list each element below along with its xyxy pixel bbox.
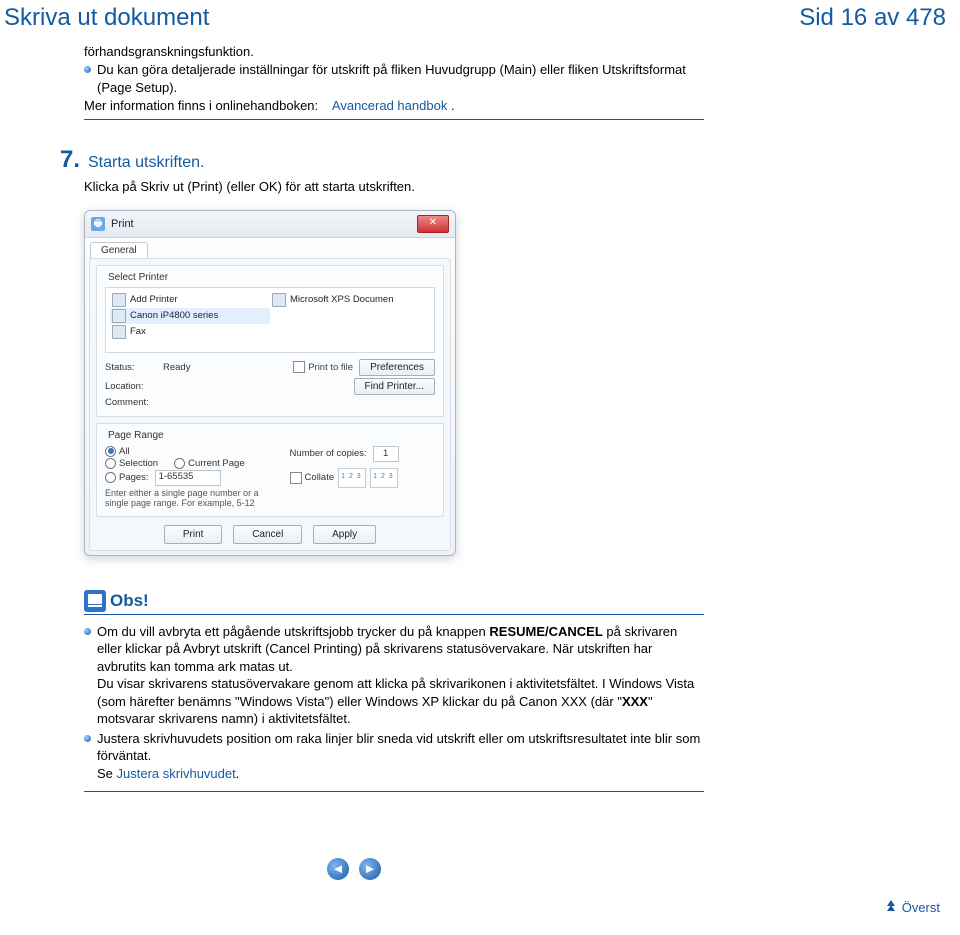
adjust-printhead-link[interactable]: Justera skrivhuvudet — [117, 766, 236, 781]
obs-bullet-2: Justera skrivhuvudets position om raka l… — [97, 730, 704, 783]
obs-bullet-1: Om du vill avbryta ett pågående utskrift… — [97, 623, 704, 728]
radio-pages-label: Pages: — [119, 472, 149, 483]
more-info-prefix: Mer information finns i onlinehandboken: — [84, 98, 318, 113]
preferences-button[interactable]: Preferences — [359, 359, 435, 376]
book-icon — [84, 590, 106, 612]
printer-add[interactable]: Add Printer — [110, 292, 270, 308]
status-label: Status: — [105, 362, 163, 373]
printer-fax[interactable]: Fax — [110, 324, 274, 340]
collate-illustration-2 — [370, 468, 398, 488]
printer-xps[interactable]: Microsoft XPS Documen — [270, 292, 430, 308]
printer-list[interactable]: Add Printer Microsoft XPS Documen Canon … — [105, 287, 435, 353]
location-label: Location: — [105, 381, 163, 392]
print-to-file-checkbox[interactable] — [293, 361, 305, 373]
radio-current-page[interactable] — [174, 458, 185, 469]
collate-checkbox[interactable] — [290, 472, 302, 484]
find-printer-button[interactable]: Find Printer... — [354, 378, 435, 395]
step-7-title: Starta utskriften. — [88, 154, 205, 172]
advanced-handbook-link[interactable]: Avancerad handbok — [332, 98, 447, 113]
comment-label: Comment: — [105, 397, 163, 408]
print-dialog-title: Print — [111, 218, 417, 230]
bullet-icon — [84, 735, 91, 742]
print-button[interactable]: Print — [164, 525, 223, 544]
radio-current-page-label: Current Page — [188, 458, 245, 469]
intro-bullet-text: Du kan göra detaljerade inställningar fö… — [97, 61, 704, 96]
print-dialog: 🖶 Print ✕ General Select Printer Add Pri… — [84, 210, 456, 556]
page-indicator: Sid 16 av 478 — [799, 4, 946, 32]
pages-input[interactable]: 1-65535 — [155, 470, 221, 486]
radio-selection[interactable] — [105, 458, 116, 469]
collate-illustration-1 — [338, 468, 366, 488]
back-to-top-link[interactable]: Överst — [902, 900, 940, 915]
apply-button[interactable]: Apply — [313, 525, 376, 544]
select-printer-label: Select Printer — [105, 272, 171, 283]
obs-heading: Obs! — [110, 591, 149, 611]
radio-all[interactable] — [105, 446, 116, 457]
radio-pages[interactable] — [105, 472, 116, 483]
tab-general[interactable]: General — [90, 242, 148, 258]
page-range-label: Page Range — [105, 430, 167, 441]
print-to-file-label: Print to file — [308, 362, 353, 373]
nav-next-button[interactable]: ► — [359, 858, 381, 880]
resume-cancel-term: RESUME/CANCEL — [489, 624, 602, 639]
print-dialog-icon: 🖶 — [91, 217, 105, 231]
divider — [84, 119, 704, 120]
more-info-suffix: . — [451, 98, 455, 113]
step-7-body: Klicka på Skriv ut (Print) (eller OK) fö… — [84, 178, 704, 196]
collate-label: Collate — [305, 472, 335, 483]
radio-all-label: All — [119, 446, 130, 457]
chevron-up-icon — [884, 900, 898, 914]
radio-selection-label: Selection — [119, 458, 158, 469]
close-button[interactable]: ✕ — [417, 215, 449, 233]
nav-prev-button[interactable]: ◄ — [327, 858, 349, 880]
page-title: Skriva ut dokument — [4, 4, 209, 32]
copies-input[interactable]: 1 — [373, 446, 399, 462]
printer-canon[interactable]: Canon iP4800 series — [110, 308, 270, 324]
xxx-term: XXX — [622, 694, 648, 709]
step-number-7: 7. — [50, 146, 88, 174]
bullet-icon — [84, 628, 91, 635]
status-value: Ready — [163, 362, 293, 373]
intro-continuation: förhandsgranskningsfunktion. — [84, 44, 704, 59]
more-info-line: Mer information finns i onlinehandboken:… — [84, 98, 704, 113]
cancel-button[interactable]: Cancel — [233, 525, 302, 544]
bullet-icon — [84, 66, 91, 73]
pages-hint: Enter either a single page number or a s… — [105, 488, 280, 508]
copies-label: Number of copies: — [290, 448, 367, 459]
obs-box: Om du vill avbryta ett pågående utskrift… — [84, 614, 704, 792]
